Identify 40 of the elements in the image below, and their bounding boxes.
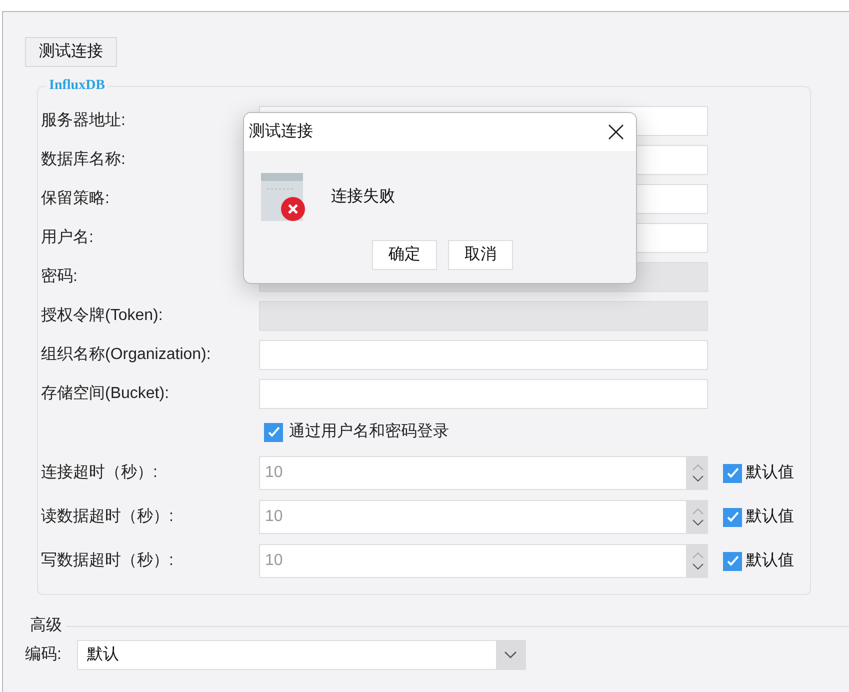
field-label: 密码: [41,266,78,286]
field-label: 授权令牌(Token): [41,306,164,326]
field-label: 数据库名称: [41,150,126,170]
dialog-title: 测试连接 [249,122,314,142]
close-icon[interactable] [608,124,624,140]
field-label: 组织名称(Organization): [41,344,212,364]
checkbox-label: 默认值 [746,551,794,571]
checkmark-icon [726,510,740,524]
field-label: 写数据超时（秒）: [41,550,174,571]
input-field[interactable] [259,340,708,370]
checkbox-label: 默认值 [746,507,794,527]
dialog-button[interactable]: 取消 [448,240,513,270]
field-label: 服务器地址: [41,110,126,130]
dialog-button[interactable]: 确定 [372,240,437,270]
checkmark-icon [726,466,740,480]
checkbox-label: 默认值 [746,463,794,483]
checkbox[interactable] [264,422,283,442]
dropdown-value: 默认 [86,645,120,665]
encoding-dropdown[interactable]: 默认 [77,640,526,670]
checkmark-icon [726,554,740,568]
checkbox-label: 通过用户名和密码登录 [289,422,449,442]
field-label: 连接超时（秒）: [41,462,158,483]
chevron-down-icon [504,651,517,659]
dialog-message: 连接失败 [331,186,395,207]
test-connection-button[interactable]: 测试连接 [25,37,117,67]
field-label: 编码: [25,644,62,665]
field-label: 保留策略: [41,188,110,208]
input-field[interactable] [259,378,708,408]
spinner[interactable] [687,456,708,490]
checkbox[interactable] [723,464,742,482]
checkmark-icon [266,425,280,439]
checkbox[interactable] [723,552,742,570]
field-label: 存储空间(Bucket): [41,384,170,404]
field-label: 读数据超时（秒）: [41,506,174,527]
connection-error-icon [261,173,306,221]
field-label: 用户名: [41,228,94,248]
spinner[interactable] [687,544,708,578]
spinner[interactable] [687,500,708,534]
section-title: 高级 [29,616,63,636]
checkbox[interactable] [723,508,742,526]
